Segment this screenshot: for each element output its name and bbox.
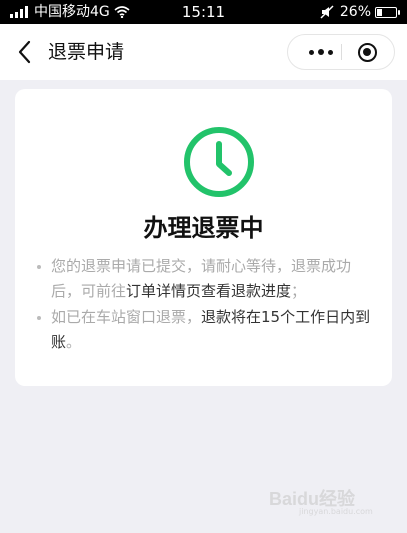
bullet-dot [37, 316, 41, 320]
watermark-sub: jingyan.baidu.com [299, 507, 373, 516]
miniapp-capsule [287, 34, 395, 70]
bullet-dot [37, 265, 41, 269]
battery-percent: 26% [339, 4, 371, 20]
more-dots-icon[interactable] [306, 35, 336, 69]
baidu-watermark: Baidu经验 jingyan.baidu.com [269, 481, 379, 516]
notice-item: 如已在车站窗口退票，退款将在15个工作日内到账。 [37, 305, 377, 355]
notice2-end: 。 [66, 333, 82, 351]
status-title: 办理退票中 [143, 214, 264, 242]
chevron-left-icon[interactable] [14, 39, 36, 65]
battery-icon [375, 6, 400, 18]
target-close-icon[interactable] [358, 43, 377, 62]
notice1-end: ； [291, 282, 307, 300]
battery-fill [377, 8, 383, 16]
capsule-divider [341, 44, 342, 60]
status-right: 26% [320, 0, 400, 24]
clock-icon [184, 127, 254, 197]
order-detail-link: 订单详情页查看退款进度 [126, 282, 292, 300]
refund-status-card: 办理退票中 您的退票申请已提交，请耐心等待，退票成功后，可前往订单详情页查看退款… [15, 89, 392, 386]
notice-item: 您的退票申请已提交，请耐心等待，退票成功后，可前往订单详情页查看退款进度； [37, 254, 377, 304]
status-bar: 中国移动4G 15:11 26% [0, 0, 407, 24]
mute-icon [320, 5, 334, 19]
notice2-text: 如已在车站窗口退票， [51, 308, 202, 326]
page-title: 退票申请 [48, 41, 125, 63]
notice-list: 您的退票申请已提交，请耐心等待，退票成功后，可前往订单详情页查看退款进度； 如已… [37, 254, 377, 356]
nav-bar: 退票申请 [0, 24, 407, 80]
